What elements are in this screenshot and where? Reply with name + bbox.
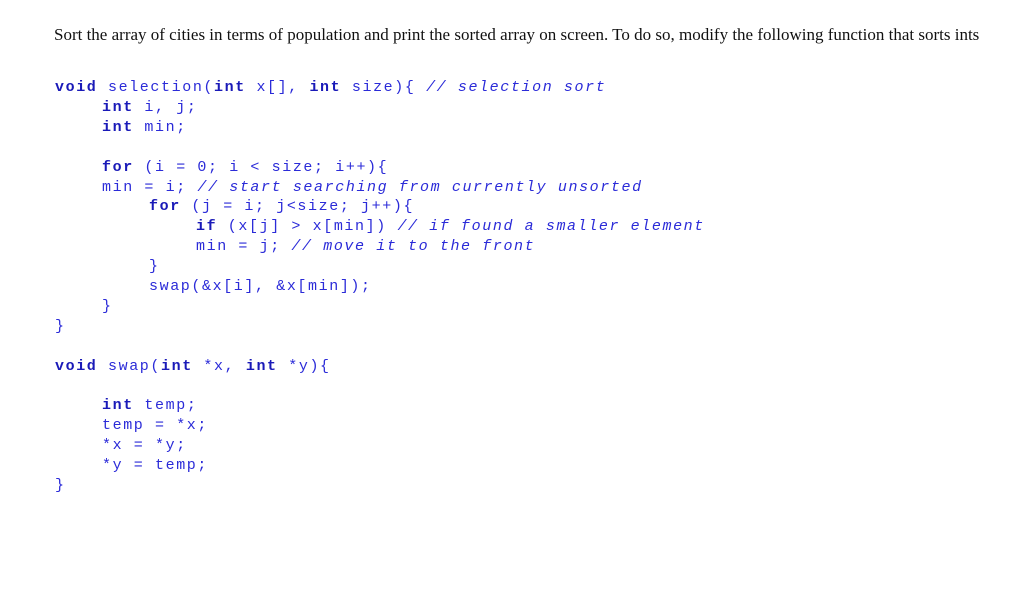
code-line: int i, j; xyxy=(102,98,197,118)
code-text: (x[j] > x[min]) xyxy=(217,218,398,236)
code-text: (i = 0; i < size; i++){ xyxy=(133,158,389,176)
code-keyword: void xyxy=(55,79,98,96)
code-keyword: int xyxy=(161,357,193,375)
code-text: *y){ xyxy=(277,357,331,375)
code-line: } xyxy=(55,476,66,496)
code-line: min = i; // start searching from current… xyxy=(102,178,643,198)
code-line: *x = *y; xyxy=(102,436,187,456)
code-text: selection( xyxy=(97,79,215,96)
code-line: temp = *x; xyxy=(102,416,208,436)
code-text: swap( xyxy=(97,357,162,375)
code-text: temp; xyxy=(133,397,198,415)
code-keyword: int xyxy=(309,79,342,96)
code-line: void selection(int x[], int size){ // se… xyxy=(55,78,606,98)
code-line: swap(&x[i], &x[min]); xyxy=(149,277,372,297)
code-text: i, j; xyxy=(133,98,198,116)
code-text: *y = temp; xyxy=(102,457,209,475)
code-line: for (j = i; j<size; j++){ xyxy=(149,197,414,217)
code-line: } xyxy=(102,297,113,317)
code-line: min = j; // move it to the front xyxy=(196,237,535,257)
code-text: size){ xyxy=(341,79,427,96)
code-line: *y = temp; xyxy=(102,456,208,476)
code-text: } xyxy=(55,477,66,494)
code-comment: // start searching from currently unsort… xyxy=(197,178,643,196)
code-text: *x = *y; xyxy=(102,437,187,455)
code-line: int min; xyxy=(102,118,187,138)
code-keyword: for xyxy=(149,198,181,216)
code-text: min = i; xyxy=(102,178,198,196)
code-text: } xyxy=(55,317,66,335)
code-line: int temp; xyxy=(102,396,197,416)
code-line: for (i = 0; i < size; i++){ xyxy=(102,158,388,178)
code-keyword: for xyxy=(102,158,134,176)
code-line: if (x[j] > x[min]) // if found a smaller… xyxy=(196,217,705,237)
code-keyword: if xyxy=(196,218,218,236)
code-text: } xyxy=(149,258,160,276)
code-keyword: int xyxy=(102,397,134,415)
code-comment: // selection sort xyxy=(426,79,607,96)
code-text: temp = *x; xyxy=(102,417,209,435)
code-text: *x, xyxy=(192,357,246,375)
code-comment: // move it to the front xyxy=(291,238,536,256)
code-line: void swap(int *x, int *y){ xyxy=(55,357,331,377)
code-keyword: int xyxy=(102,98,134,116)
code-text: min = j; xyxy=(196,238,292,256)
code-text: swap(&x[i], &x[min]); xyxy=(149,278,372,295)
code-keyword: int xyxy=(214,79,246,96)
problem-statement: Sort the array of cities in terms of pop… xyxy=(54,25,980,44)
code-text: min; xyxy=(133,118,187,136)
code-line: } xyxy=(55,317,66,337)
code-keyword: int xyxy=(102,118,134,136)
code-keyword: void xyxy=(55,357,98,375)
code-comment: // if found a smaller element xyxy=(397,218,705,236)
code-text: (j = i; j<size; j++){ xyxy=(180,198,415,216)
code-text: } xyxy=(102,297,113,315)
code-text: x[], xyxy=(245,79,310,96)
code-line: } xyxy=(149,257,160,277)
code-keyword: int xyxy=(245,357,278,375)
